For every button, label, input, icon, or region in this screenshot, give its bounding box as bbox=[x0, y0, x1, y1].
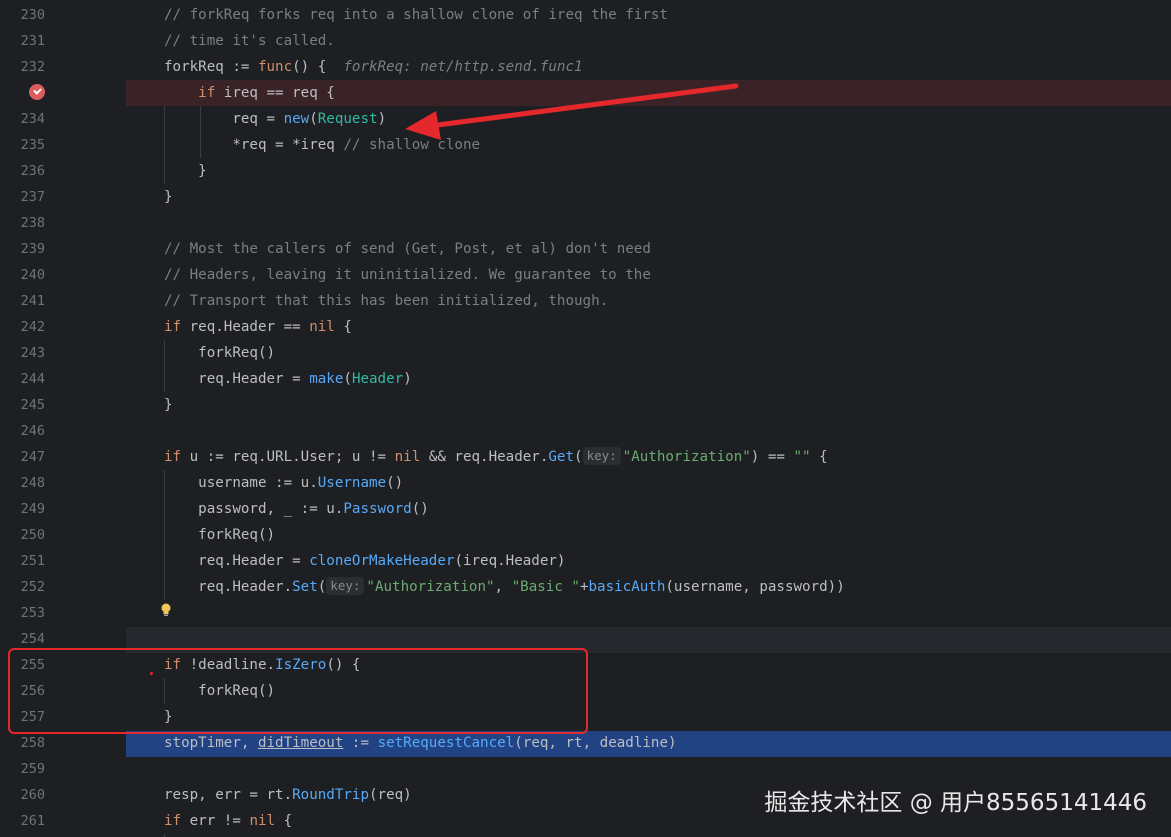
red-arrow-annotation bbox=[405, 83, 739, 140]
watermark: 掘金技术社区 @ 用户85565141446 bbox=[764, 790, 1147, 816]
code-editor[interactable]: 230// forkReq forks req into a shallow c… bbox=[0, 0, 1171, 837]
